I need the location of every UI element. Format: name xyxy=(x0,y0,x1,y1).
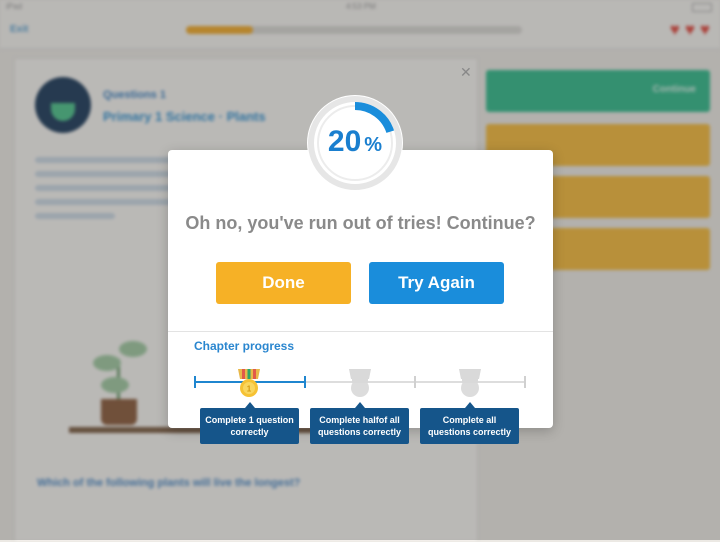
out-of-tries-dialog: Oh no, you've run out of tries! Continue… xyxy=(168,150,553,444)
progress-tick xyxy=(414,376,416,388)
dialog-message: Oh no, you've run out of tries! Continue… xyxy=(185,213,536,233)
milestone-label: Complete halfof all questions correctly xyxy=(310,402,409,444)
done-button[interactable]: Done xyxy=(216,262,351,304)
score-ring: 20% xyxy=(307,95,403,191)
progress-tick xyxy=(304,376,306,388)
progress-tick xyxy=(524,376,526,388)
score-unit: % xyxy=(364,134,383,156)
score-display: 20% xyxy=(307,125,403,162)
try-again-button[interactable]: Try Again xyxy=(369,262,504,304)
medal-locked-icon xyxy=(349,369,371,397)
milestone-label: Complete 1 question correctly xyxy=(200,402,299,444)
medal-gold-icon: 1 xyxy=(238,369,260,397)
milestone-label: Complete all questions correctly xyxy=(420,402,519,444)
close-icon: ✕ xyxy=(460,64,472,80)
chapter-progress-title: Chapter progress xyxy=(194,339,295,353)
divider xyxy=(168,331,553,332)
svg-text:1: 1 xyxy=(247,385,252,394)
medal-locked-icon xyxy=(459,369,481,397)
score-value: 20 xyxy=(327,125,362,158)
progress-tick xyxy=(194,376,196,388)
